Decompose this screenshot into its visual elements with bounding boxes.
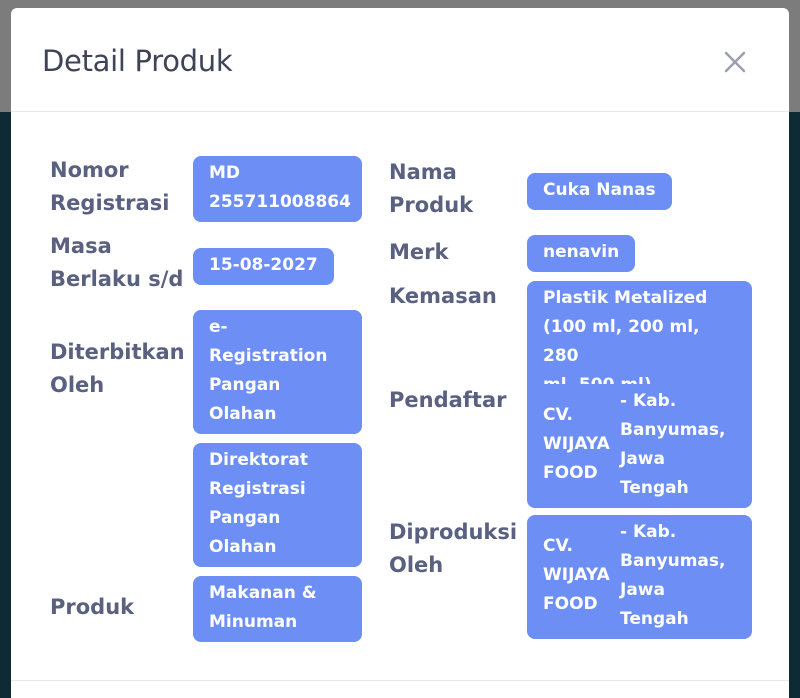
pendaftar-name: CV. WIJAYA FOOD [543, 405, 610, 483]
diterbitkan-oleh-value-2: Direktorat Registrasi Pangan Olahan [193, 443, 362, 567]
diproduksi-oleh-label: Diproduksi Oleh [389, 520, 518, 577]
modal-footer-divider [11, 680, 789, 681]
close-icon [724, 51, 746, 73]
produk-label: Produk [50, 595, 135, 619]
kemasan-label: Kemasan [389, 284, 497, 308]
nomor-registrasi-label: Nomor Registrasi [50, 158, 170, 215]
nomor-registrasi-value: MD 255711008864 [193, 156, 362, 222]
diproduksi-oleh-value: CV. WIJAYA FOOD - Kab. Banyumas, Jawa Te… [527, 515, 752, 639]
modal-header: Detail Produk [11, 8, 789, 112]
pendaftar-location: - Kab. Banyumas, Jawa Tengah [620, 391, 726, 498]
diproduksi-location: - Kab. Banyumas, Jawa Tengah [620, 522, 726, 629]
masa-berlaku-label: Masa Berlaku s/d [50, 234, 184, 291]
produk-value: Makanan & Minuman [193, 576, 362, 642]
product-detail-modal: Detail Produk Nomor Registrasi MD 255711… [11, 8, 789, 698]
diterbitkan-oleh-label: Diterbitkan Oleh [50, 340, 185, 397]
close-button[interactable] [719, 46, 751, 78]
modal-title: Detail Produk [42, 44, 233, 78]
diproduksi-name: CV. WIJAYA FOOD [543, 536, 610, 614]
pendaftar-value: CV. WIJAYA FOOD - Kab. Banyumas, Jawa Te… [527, 384, 752, 508]
pendaftar-label: Pendaftar [389, 388, 507, 412]
merk-label: Merk [389, 240, 449, 264]
masa-berlaku-value: 15-08-2027 [193, 248, 334, 285]
merk-value: nenavin [527, 235, 636, 272]
nama-produk-label: Nama Produk [389, 160, 474, 217]
diterbitkan-oleh-value-1: e- Registration Pangan Olahan [193, 310, 362, 434]
nama-produk-value: Cuka Nanas [527, 173, 672, 210]
